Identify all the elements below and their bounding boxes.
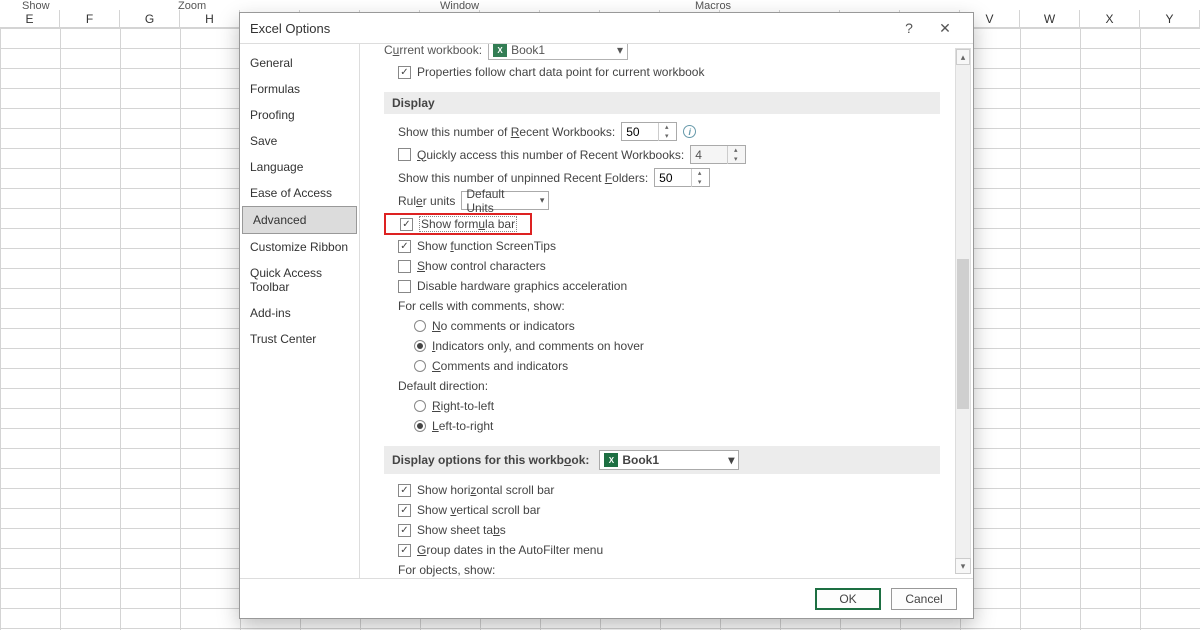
- v-scroll-checkbox[interactable]: ✓: [398, 504, 411, 517]
- unpinned-folders-label: Show this number of unpinned Recent Fold…: [398, 171, 648, 185]
- sidebar-item-trust-center[interactable]: Trust Center: [240, 326, 359, 352]
- recent-workbooks-spinner[interactable]: ▴▾: [621, 122, 677, 141]
- excel-options-dialog: Excel Options ? ✕ GeneralFormulasProofin…: [239, 12, 974, 619]
- column-header[interactable]: Y: [1140, 10, 1200, 27]
- ruler-units-label: Ruler units: [398, 194, 455, 208]
- direction-header: Default direction:: [384, 376, 953, 396]
- sidebar-item-advanced[interactable]: Advanced: [242, 206, 357, 234]
- display-workbook-section-header: Display options for this workbook: X Boo…: [384, 446, 940, 474]
- group-dates-checkbox[interactable]: ✓: [398, 544, 411, 557]
- chevron-down-icon: ▾: [728, 453, 734, 467]
- column-header[interactable]: X: [1080, 10, 1140, 27]
- dialog-title: Excel Options: [250, 21, 891, 36]
- show-control-chars-label: Show control characters: [417, 259, 546, 273]
- chevron-down-icon: ▾: [617, 44, 623, 57]
- scroll-down-button[interactable]: ▾: [955, 558, 971, 574]
- excel-icon: X: [604, 453, 618, 467]
- dialog-titlebar: Excel Options ? ✕: [240, 13, 973, 43]
- column-header[interactable]: F: [60, 10, 120, 27]
- dir-ltr-radio[interactable]: [414, 420, 426, 432]
- ruler-units-dropdown[interactable]: Default Units▾: [461, 191, 549, 210]
- info-icon[interactable]: i: [683, 125, 696, 138]
- recent-workbooks-label: Show this number of Recent Workbooks:: [398, 125, 615, 139]
- sheet-tabs-checkbox[interactable]: ✓: [398, 524, 411, 537]
- comments-none-radio[interactable]: [414, 320, 426, 332]
- display-section-header: Display: [384, 92, 940, 114]
- excel-icon: X: [493, 44, 507, 57]
- ok-button[interactable]: OK: [815, 588, 881, 610]
- close-button[interactable]: ✕: [927, 15, 963, 41]
- comments-both-radio[interactable]: [414, 360, 426, 372]
- sidebar-item-customize-ribbon[interactable]: Customize Ribbon: [240, 234, 359, 260]
- show-screentips-checkbox[interactable]: ✓: [398, 240, 411, 253]
- column-header[interactable]: G: [120, 10, 180, 27]
- column-header[interactable]: H: [180, 10, 240, 27]
- show-screentips-label: Show function ScreenTips: [417, 239, 556, 253]
- column-header[interactable]: W: [1020, 10, 1080, 27]
- dialog-footer: OK Cancel: [240, 578, 973, 618]
- properties-follow-chart-label: Properties follow chart data point for c…: [417, 65, 704, 79]
- scroll-thumb[interactable]: [957, 259, 969, 409]
- sidebar-item-quick-access-toolbar[interactable]: Quick Access Toolbar: [240, 260, 359, 300]
- current-workbook-dropdown[interactable]: X Book1 ▾: [488, 44, 628, 60]
- options-content: Current workbook: X Book1 ▾ ✓ Properties…: [360, 44, 973, 578]
- sidebar-item-proofing[interactable]: Proofing: [240, 102, 359, 128]
- show-formula-bar-highlight: ✓ Show formula bar: [384, 213, 532, 235]
- sidebar-item-formulas[interactable]: Formulas: [240, 76, 359, 102]
- vertical-scrollbar[interactable]: ▴ ▾: [955, 48, 971, 574]
- show-formula-bar-label: Show formula bar: [419, 216, 517, 232]
- display-workbook-dropdown[interactable]: X Book1 ▾: [599, 450, 739, 470]
- sidebar-item-save[interactable]: Save: [240, 128, 359, 154]
- properties-follow-chart-checkbox[interactable]: ✓: [398, 66, 411, 79]
- quick-recent-spinner: ▴▾: [690, 145, 746, 164]
- ribbon-group-labels: Show Zoom Window Macros: [0, 0, 1200, 10]
- scroll-up-button[interactable]: ▴: [956, 49, 970, 65]
- current-workbook-row: Current workbook: X Book1 ▾: [384, 44, 953, 62]
- column-header[interactable]: E: [0, 10, 60, 27]
- comments-header: For cells with comments, show:: [384, 296, 953, 316]
- cancel-button[interactable]: Cancel: [891, 588, 957, 610]
- chevron-down-icon: ▾: [540, 195, 545, 206]
- dir-rtl-radio[interactable]: [414, 400, 426, 412]
- current-workbook-label: Current workbook:: [384, 44, 482, 57]
- options-sidebar: GeneralFormulasProofingSaveLanguageEase …: [240, 44, 360, 578]
- unpinned-folders-spinner[interactable]: ▴▾: [654, 168, 710, 187]
- help-button[interactable]: ?: [891, 15, 927, 41]
- quick-recent-label: Quickly access this number of Recent Wor…: [417, 148, 684, 162]
- disable-hw-accel-label: Disable hardware graphics acceleration: [417, 279, 627, 293]
- comments-indicators-radio[interactable]: [414, 340, 426, 352]
- disable-hw-accel-checkbox[interactable]: ✓: [398, 280, 411, 293]
- sidebar-item-ease-of-access[interactable]: Ease of Access: [240, 180, 359, 206]
- sidebar-item-add-ins[interactable]: Add-ins: [240, 300, 359, 326]
- show-control-chars-checkbox[interactable]: ✓: [398, 260, 411, 273]
- sidebar-item-general[interactable]: General: [240, 50, 359, 76]
- properties-follow-chart-row: ✓ Properties follow chart data point for…: [384, 62, 953, 82]
- h-scroll-checkbox[interactable]: ✓: [398, 484, 411, 497]
- show-formula-bar-checkbox[interactable]: ✓: [400, 218, 413, 231]
- sidebar-item-language[interactable]: Language: [240, 154, 359, 180]
- objects-header: For objects, show:: [384, 560, 953, 578]
- quick-recent-checkbox[interactable]: ✓: [398, 148, 411, 161]
